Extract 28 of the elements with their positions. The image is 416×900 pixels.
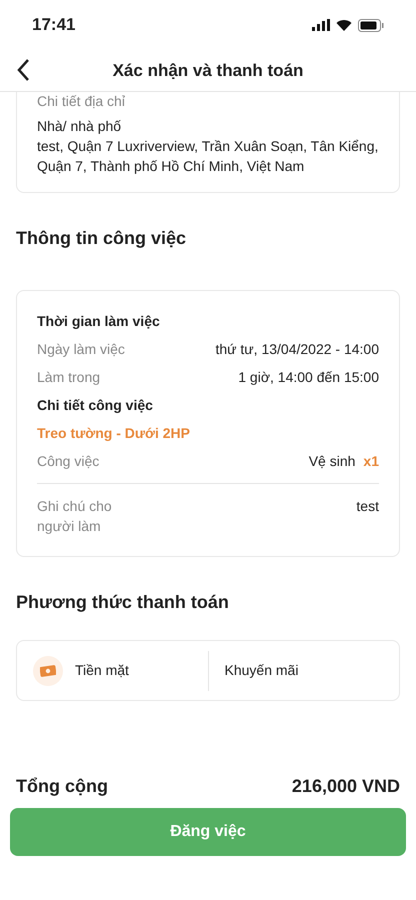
row-value: 1 giờ, 14:00 đến 15:00: [238, 368, 379, 387]
row-label: Làm trong: [37, 368, 100, 387]
subsection-heading: Thời gian làm việc: [37, 312, 161, 331]
page-title: Xác nhận và thanh toán: [112, 60, 304, 82]
service-name: Treo tường - Dưới 2HP: [37, 424, 191, 443]
cash-icon: [33, 656, 63, 686]
row-label: Ghi chú cho người làm: [37, 497, 113, 536]
row-value: Vệ sinh: [308, 452, 356, 471]
row-value: thứ tư, 13/04/2022 - 14:00: [215, 340, 379, 359]
status-time: 17:41: [32, 14, 76, 36]
promo-button[interactable]: Khuyến mãi: [208, 660, 399, 681]
subsection-heading: Chi tiết công việc: [37, 396, 154, 415]
back-button[interactable]: [16, 58, 30, 82]
address-label: Chi tiết địa chỉ: [37, 92, 126, 110]
wifi-icon: [336, 19, 352, 31]
address-detail: test, Quận 7 Luxriverview, Trần Xuân Soạn, Tân Kiểng, Quận 7, Thành phố Hồ Chí Minh, Việt Nam: [37, 137, 379, 176]
row-label: Công việc: [37, 452, 100, 471]
payment-method[interactable]: Tiền mặt: [17, 650, 208, 690]
section-title: Phương thức thanh toán: [16, 591, 230, 614]
total-value: 216,000 VND: [292, 775, 400, 798]
section-title: Thông tin công việc: [16, 227, 187, 250]
quantity: x1: [363, 452, 379, 471]
row-label: Ngày làm việc: [37, 340, 125, 359]
row-value: test: [356, 497, 379, 516]
address-type: Nhà/ nhà phố: [37, 117, 122, 136]
total-label: Tổng cộng: [16, 775, 108, 798]
battery-icon: [358, 18, 384, 32]
signal-icon: [312, 19, 330, 31]
